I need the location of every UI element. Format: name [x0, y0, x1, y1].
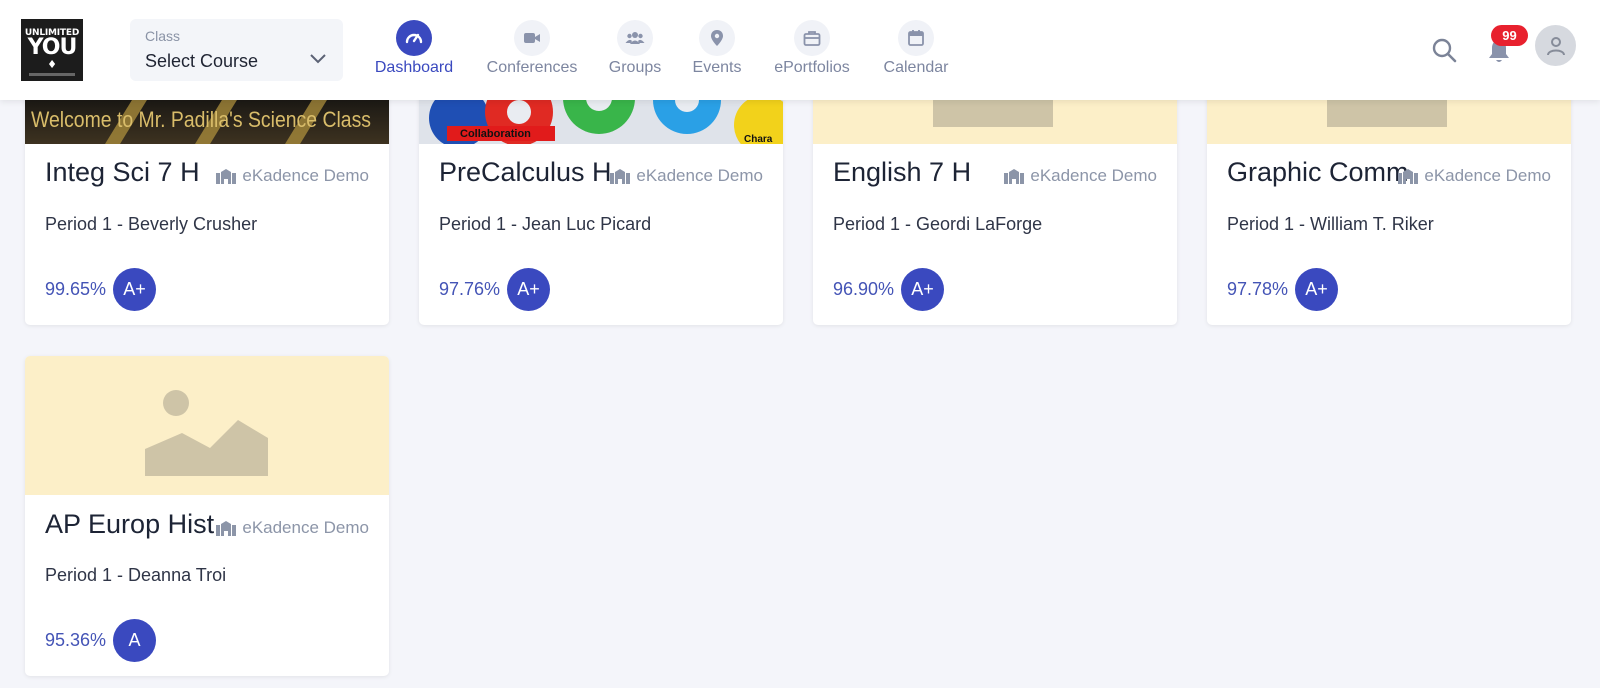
course-grade-badge: A [113, 619, 156, 662]
class-select-value: Select Course [145, 51, 259, 71]
nav-calendar[interactable]: Calendar [882, 20, 950, 80]
chevron-down-icon [310, 54, 326, 64]
briefcase-icon [803, 31, 821, 46]
nav-eportfolios-label: ePortfolios [774, 59, 850, 76]
map-pin-icon [711, 30, 723, 46]
course-grade-badge: A+ [113, 268, 156, 311]
unlimited-you-logo[interactable]: UNLIMITED YOU ♦ [21, 19, 83, 81]
nav-events[interactable]: Events [690, 20, 744, 80]
school-building-icon [216, 169, 237, 184]
course-grade-percent: 97.76% [439, 279, 501, 299]
course-org-name: eKadence Demo [1030, 166, 1157, 185]
course-org-name: eKadence Demo [1424, 166, 1551, 185]
school-building-icon [1004, 169, 1025, 184]
nav-conferences-label: Conferences [486, 59, 578, 76]
course-period: Period 1 - Geordi LaForge [833, 214, 1043, 234]
course-org: eKadence Demo [1398, 166, 1551, 186]
course-org-name: eKadence Demo [636, 166, 763, 185]
course-org-name: eKadence Demo [242, 166, 369, 185]
course-grade-badge: A+ [1295, 268, 1338, 311]
users-group-icon [625, 32, 645, 44]
course-period: Period 1 - Jean Luc Picard [439, 214, 652, 234]
course-grade-percent: 95.36% [45, 630, 107, 650]
course-title: AP Europ Hist [45, 509, 215, 539]
course-period: Period 1 - William T. Riker [1227, 214, 1434, 234]
nav-events-label: Events [692, 59, 742, 76]
placeholder-image [25, 356, 389, 495]
search-icon[interactable] [1430, 36, 1458, 64]
class-select-dropdown[interactable]: Class Select Course [130, 19, 343, 81]
school-building-icon [216, 521, 237, 536]
nav-eportfolios[interactable]: ePortfolios [769, 20, 855, 80]
banner-chara-text: Chara [744, 134, 773, 144]
course-title: Graphic Comm [1227, 157, 1409, 187]
course-card[interactable]: AP Europ Hist eKadence Demo Period 1 - D… [25, 356, 389, 676]
nav-calendar-label: Calendar [883, 59, 949, 76]
user-avatar[interactable] [1535, 25, 1576, 66]
banner-welcome-text: Welcome to Mr. Padilla's Science Class [31, 107, 371, 132]
nav-groups[interactable]: Groups [607, 20, 663, 80]
course-grade-percent: 97.78% [1227, 279, 1289, 299]
course-org: eKadence Demo [1004, 166, 1157, 186]
notifications-count-badge: 99 [1491, 25, 1528, 46]
course-grade-percent: 99.65% [45, 279, 107, 299]
video-camera-icon [524, 33, 540, 43]
course-title: Integ Sci 7 H [45, 157, 200, 187]
class-select-label: Class [145, 28, 181, 44]
course-org-name: eKadence Demo [242, 518, 369, 537]
course-org: eKadence Demo [610, 166, 763, 186]
nav-dashboard[interactable]: Dashboard [373, 20, 455, 80]
course-period: Period 1 - Beverly Crusher [45, 214, 258, 234]
course-grade-badge: A+ [901, 268, 944, 311]
course-org: eKadence Demo [216, 518, 369, 538]
school-building-icon [610, 169, 631, 184]
nav-groups-label: Groups [608, 59, 662, 76]
image-placeholder-icon [145, 390, 268, 476]
top-navigation-bar: UNLIMITED YOU ♦ Class Select Course Dash… [0, 0, 1600, 100]
nav-dashboard-label: Dashboard [374, 59, 454, 76]
dashboard-gauge-icon [405, 33, 423, 44]
nav-conferences[interactable]: Conferences [484, 20, 580, 80]
course-period: Period 1 - Deanna Troi [45, 565, 227, 585]
course-title: PreCalculus H [439, 157, 612, 187]
school-building-icon [1398, 169, 1419, 184]
calendar-icon [908, 30, 924, 46]
course-grade-badge: A+ [507, 268, 550, 311]
user-icon [1546, 36, 1565, 55]
course-grade-percent: 96.90% [833, 279, 895, 299]
course-title: English 7 H [833, 157, 972, 187]
banner-collaboration-text: Collaboration [460, 128, 531, 140]
course-org: eKadence Demo [216, 166, 369, 186]
